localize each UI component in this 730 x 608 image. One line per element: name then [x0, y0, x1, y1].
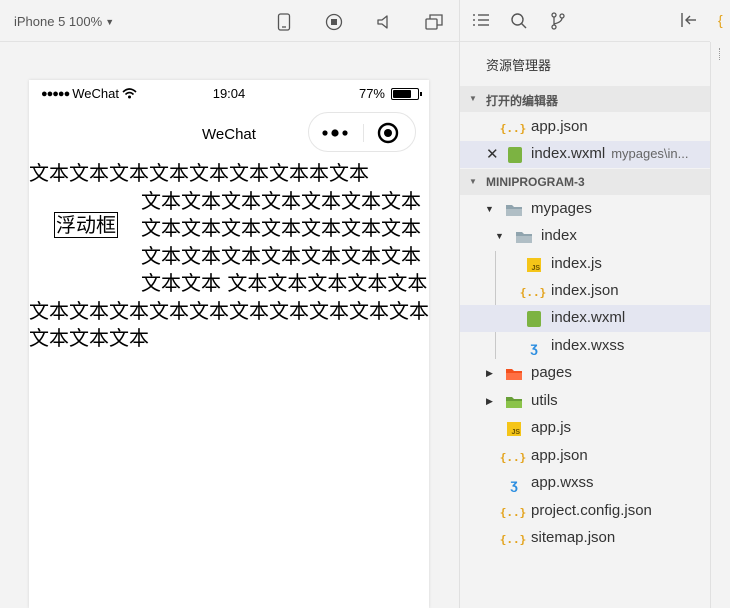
file-name: app.js — [531, 419, 572, 436]
json-icon: {..} — [499, 121, 527, 135]
file-name: app.json — [531, 447, 588, 464]
section-open-editors[interactable]: ▼ 打开的编辑器 — [460, 86, 710, 112]
menu-capsule — [308, 112, 416, 152]
phone-icon[interactable] — [274, 12, 294, 32]
more-icon[interactable] — [319, 123, 353, 143]
text-line: 文本文本文本 — [29, 326, 149, 350]
tree-folder-index[interactable]: ▼ index — [460, 223, 710, 250]
phone-screen: ●●●●● WeChat 19:04 77% WeChat 文本文本文本文本文本… — [29, 80, 429, 608]
file-name: index.wxss — [551, 337, 625, 354]
file-name: app.json — [531, 118, 588, 135]
tree-file[interactable]: index.wxml — [460, 305, 710, 332]
file-name-group: index.wxml mypages\in... — [531, 145, 689, 162]
simulator-panel: iPhone 5 100% ▼ ●●●●● WeChat 19:04 77% W… — [0, 0, 459, 608]
json-icon: { — [718, 12, 723, 28]
text-line: 文本文本 文本文本文本文本文本 — [141, 271, 428, 295]
window-icon[interactable] — [424, 12, 444, 32]
file-name: pages — [531, 364, 572, 381]
folder-icon — [505, 201, 523, 219]
file-name: index.js — [551, 255, 602, 272]
battery-group: 77% — [358, 86, 422, 101]
file-name: index.wxml — [551, 309, 626, 326]
status-bar: ●●●●● WeChat 19:04 77% — [29, 80, 429, 108]
wxss-icon: ʒ — [510, 476, 518, 492]
simulator-toolbar: iPhone 5 100% ▼ — [0, 0, 459, 42]
text-line: 文本文本文本文本文本文本文本 — [141, 188, 421, 213]
open-editor-item[interactable]: {..} app.json — [460, 114, 710, 141]
open-editor-item[interactable]: ✕ index.wxml mypages\in... — [460, 141, 710, 168]
battery-icon — [391, 87, 422, 100]
source-control-icon[interactable] — [550, 12, 570, 32]
tree-file[interactable]: {..} sitemap.json — [460, 525, 710, 552]
device-select-label: iPhone 5 100% — [14, 14, 103, 29]
chevron-right-icon: ▶ — [486, 396, 493, 406]
tree-file[interactable]: ʒ index.wxss — [460, 333, 710, 360]
nav-bar: WeChat — [29, 108, 429, 156]
search-icon[interactable] — [510, 12, 530, 32]
file-name: index — [541, 227, 577, 244]
float-box: 浮动框 — [54, 212, 118, 238]
chevron-right-icon: ▶ — [486, 368, 493, 378]
section-label: 打开的编辑器 — [486, 94, 559, 108]
panel-divider — [710, 42, 711, 608]
text-line: 文本文本文本文本文本文本文本文本文本文本 — [29, 298, 429, 323]
json-icon: {..} — [499, 505, 527, 519]
wxml-icon — [525, 310, 543, 328]
file-name: app.wxss — [531, 474, 594, 491]
file-name: sitemap.json — [531, 529, 616, 546]
chevron-down-icon: ▼ — [105, 16, 115, 27]
chevron-down-icon: ▼ — [495, 231, 504, 241]
explorer-title: 资源管理器 — [486, 58, 552, 73]
stop-icon[interactable] — [324, 12, 344, 32]
capsule-divider — [363, 124, 364, 142]
page-content: 文本文本文本文本文本文本文本本文本 文本文本文本文本文本文本文本 文本文本文本文… — [29, 160, 429, 353]
tree-folder-pages[interactable]: ▶ pages — [460, 360, 710, 387]
tree-file[interactable]: {..} index.json — [460, 278, 710, 305]
file-name: project.config.json — [531, 502, 652, 519]
js-icon: JS — [525, 256, 543, 274]
folder-icon — [505, 365, 523, 383]
tree-folder-mypages[interactable]: ▼ mypages — [460, 196, 710, 223]
section-project[interactable]: ▼ MINIPROGRAM-3 — [460, 169, 710, 195]
wxml-icon — [506, 146, 524, 164]
section-label: MINIPROGRAM-3 — [486, 175, 585, 189]
explorer-toolbar — [460, 0, 730, 42]
folder-icon — [515, 228, 533, 246]
folder-icon — [505, 393, 523, 411]
list-icon[interactable] — [472, 12, 492, 32]
chevron-down-icon: ▼ — [469, 94, 477, 103]
tree-file[interactable]: JS app.js — [460, 415, 710, 442]
js-icon: JS — [505, 420, 523, 438]
tree-file[interactable]: {..} project.config.json — [460, 498, 710, 525]
json-icon: {..} — [499, 532, 527, 546]
json-icon: {..} — [519, 285, 547, 299]
chevron-down-icon: ▼ — [469, 177, 477, 186]
divider — [719, 48, 721, 60]
file-name: index.json — [551, 282, 619, 299]
close-app-icon[interactable] — [377, 122, 399, 144]
battery-percent: 77% — [358, 86, 385, 101]
file-name: utils — [531, 392, 558, 409]
wxss-icon: ʒ — [530, 339, 538, 355]
chevron-down-icon: ▼ — [485, 204, 494, 214]
device-select[interactable]: iPhone 5 100% ▼ — [14, 14, 114, 29]
editor-edge: { — [710, 0, 730, 608]
tree-file[interactable]: JS index.js — [460, 251, 710, 278]
tree-file[interactable]: ʒ app.wxss — [460, 470, 710, 497]
file-path: mypages\in... — [611, 146, 689, 161]
volume-icon[interactable] — [374, 12, 394, 32]
tree-file[interactable]: {..} app.json — [460, 443, 710, 470]
text-line: 文本文本文本文本文本文本文本 — [141, 243, 421, 268]
json-icon: {..} — [499, 450, 527, 464]
close-icon[interactable]: ✕ — [486, 145, 499, 163]
file-name: index.wxml — [531, 145, 606, 162]
text-line: 文本文本文本文本文本文本文本本文本 — [29, 161, 369, 185]
file-name: mypages — [531, 200, 592, 217]
tree-folder-utils[interactable]: ▶ utils — [460, 388, 710, 415]
collapse-panel-icon[interactable] — [680, 12, 700, 32]
explorer-panel: 资源管理器 ▼ 打开的编辑器 {..} app.json ✕ index.wxm… — [459, 0, 730, 608]
